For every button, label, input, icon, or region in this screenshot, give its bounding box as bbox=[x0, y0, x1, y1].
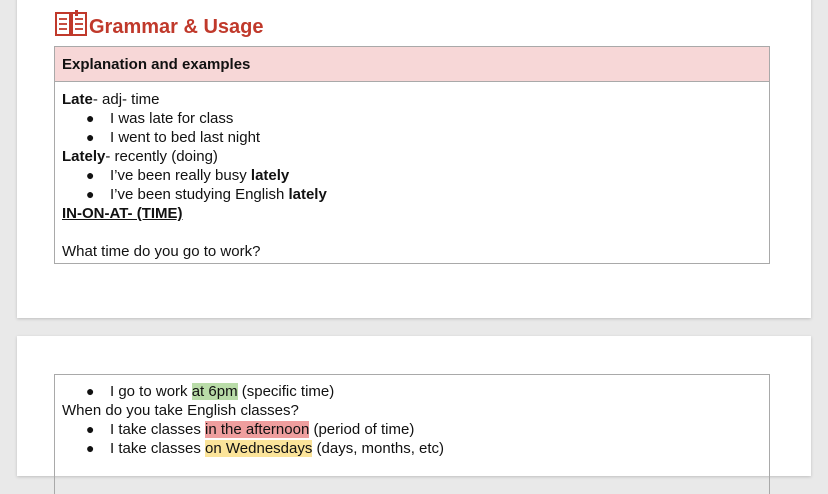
example-note: (period of time) bbox=[309, 421, 415, 438]
list-item: ● I take classes in the afternoon (period… bbox=[62, 420, 769, 439]
bullet-icon: ● bbox=[86, 421, 95, 437]
highlight-pink: in the afternoon bbox=[205, 421, 310, 438]
bullet-icon: ● bbox=[86, 129, 95, 145]
list-item: ● I went to bed last night bbox=[62, 128, 769, 147]
section-heading: Grammar & Usage bbox=[55, 10, 264, 38]
explanation-table: Explanation and examples Late- adj- time… bbox=[54, 46, 770, 264]
definition-text: - adj- time bbox=[92, 91, 160, 108]
table-body: Late- adj- time ● I was late for class ● I… bbox=[55, 82, 769, 261]
example-text: I go to work bbox=[110, 383, 192, 400]
example-text: I’ve been studying English bbox=[110, 186, 289, 203]
bullet-icon: ● bbox=[86, 110, 95, 126]
bullet-icon: ● bbox=[86, 383, 95, 399]
list-item: ● I was late for class bbox=[62, 109, 769, 128]
table-header: Explanation and examples bbox=[55, 47, 769, 82]
example-keyword: lately bbox=[250, 167, 290, 184]
highlight-green: at 6pm bbox=[191, 383, 238, 400]
section-title: Grammar & Usage bbox=[89, 16, 264, 38]
example-text: I was late for class bbox=[110, 110, 234, 127]
document-page-2: ● I go to work at 6pm (specific time) Whe… bbox=[17, 336, 811, 494]
definition-late: Late- adj- time bbox=[62, 90, 769, 109]
highlight-yellow: on Wednesdays bbox=[205, 440, 313, 457]
example-text: I’ve been really busy bbox=[110, 167, 251, 184]
book-icon bbox=[55, 10, 87, 38]
bullet-icon: ● bbox=[86, 167, 95, 183]
example-note: (days, months, etc) bbox=[312, 440, 445, 457]
term-late: Late bbox=[62, 91, 93, 108]
example-text: I take classes bbox=[110, 421, 206, 438]
example-note: (specific time) bbox=[237, 383, 335, 400]
list-item: ● I take classes on Wednesdays (days, mon… bbox=[62, 439, 769, 458]
example-text: I take classes bbox=[110, 440, 206, 457]
question: When do you take English classes? bbox=[62, 402, 299, 419]
examples-table-continued: ● I go to work at 6pm (specific time) Whe… bbox=[54, 374, 770, 494]
document-page-1: Grammar & Usage Explanation and examples… bbox=[17, 0, 811, 318]
bullet-icon: ● bbox=[86, 440, 95, 456]
definition-text: - recently (doing) bbox=[105, 148, 218, 165]
table-body: ● I go to work at 6pm (specific time) Whe… bbox=[55, 375, 769, 458]
bullet-icon: ● bbox=[86, 186, 95, 202]
list-item: ● I’ve been really busy lately bbox=[62, 166, 769, 185]
example-keyword: lately bbox=[288, 186, 327, 203]
term-lately: Lately bbox=[62, 148, 106, 165]
subheading-text: IN-ON-AT- (TIME) bbox=[62, 205, 183, 222]
example-text: I went to bed last night bbox=[110, 129, 261, 146]
list-item: ● I go to work at 6pm (specific time) bbox=[62, 382, 769, 401]
list-item: ● I’ve been studying English lately bbox=[62, 185, 769, 204]
definition-lately: Lately- recently (doing) bbox=[62, 147, 769, 166]
question: What time do you go to work? bbox=[62, 243, 261, 260]
subheading: IN-ON-AT- (TIME) bbox=[62, 204, 769, 223]
